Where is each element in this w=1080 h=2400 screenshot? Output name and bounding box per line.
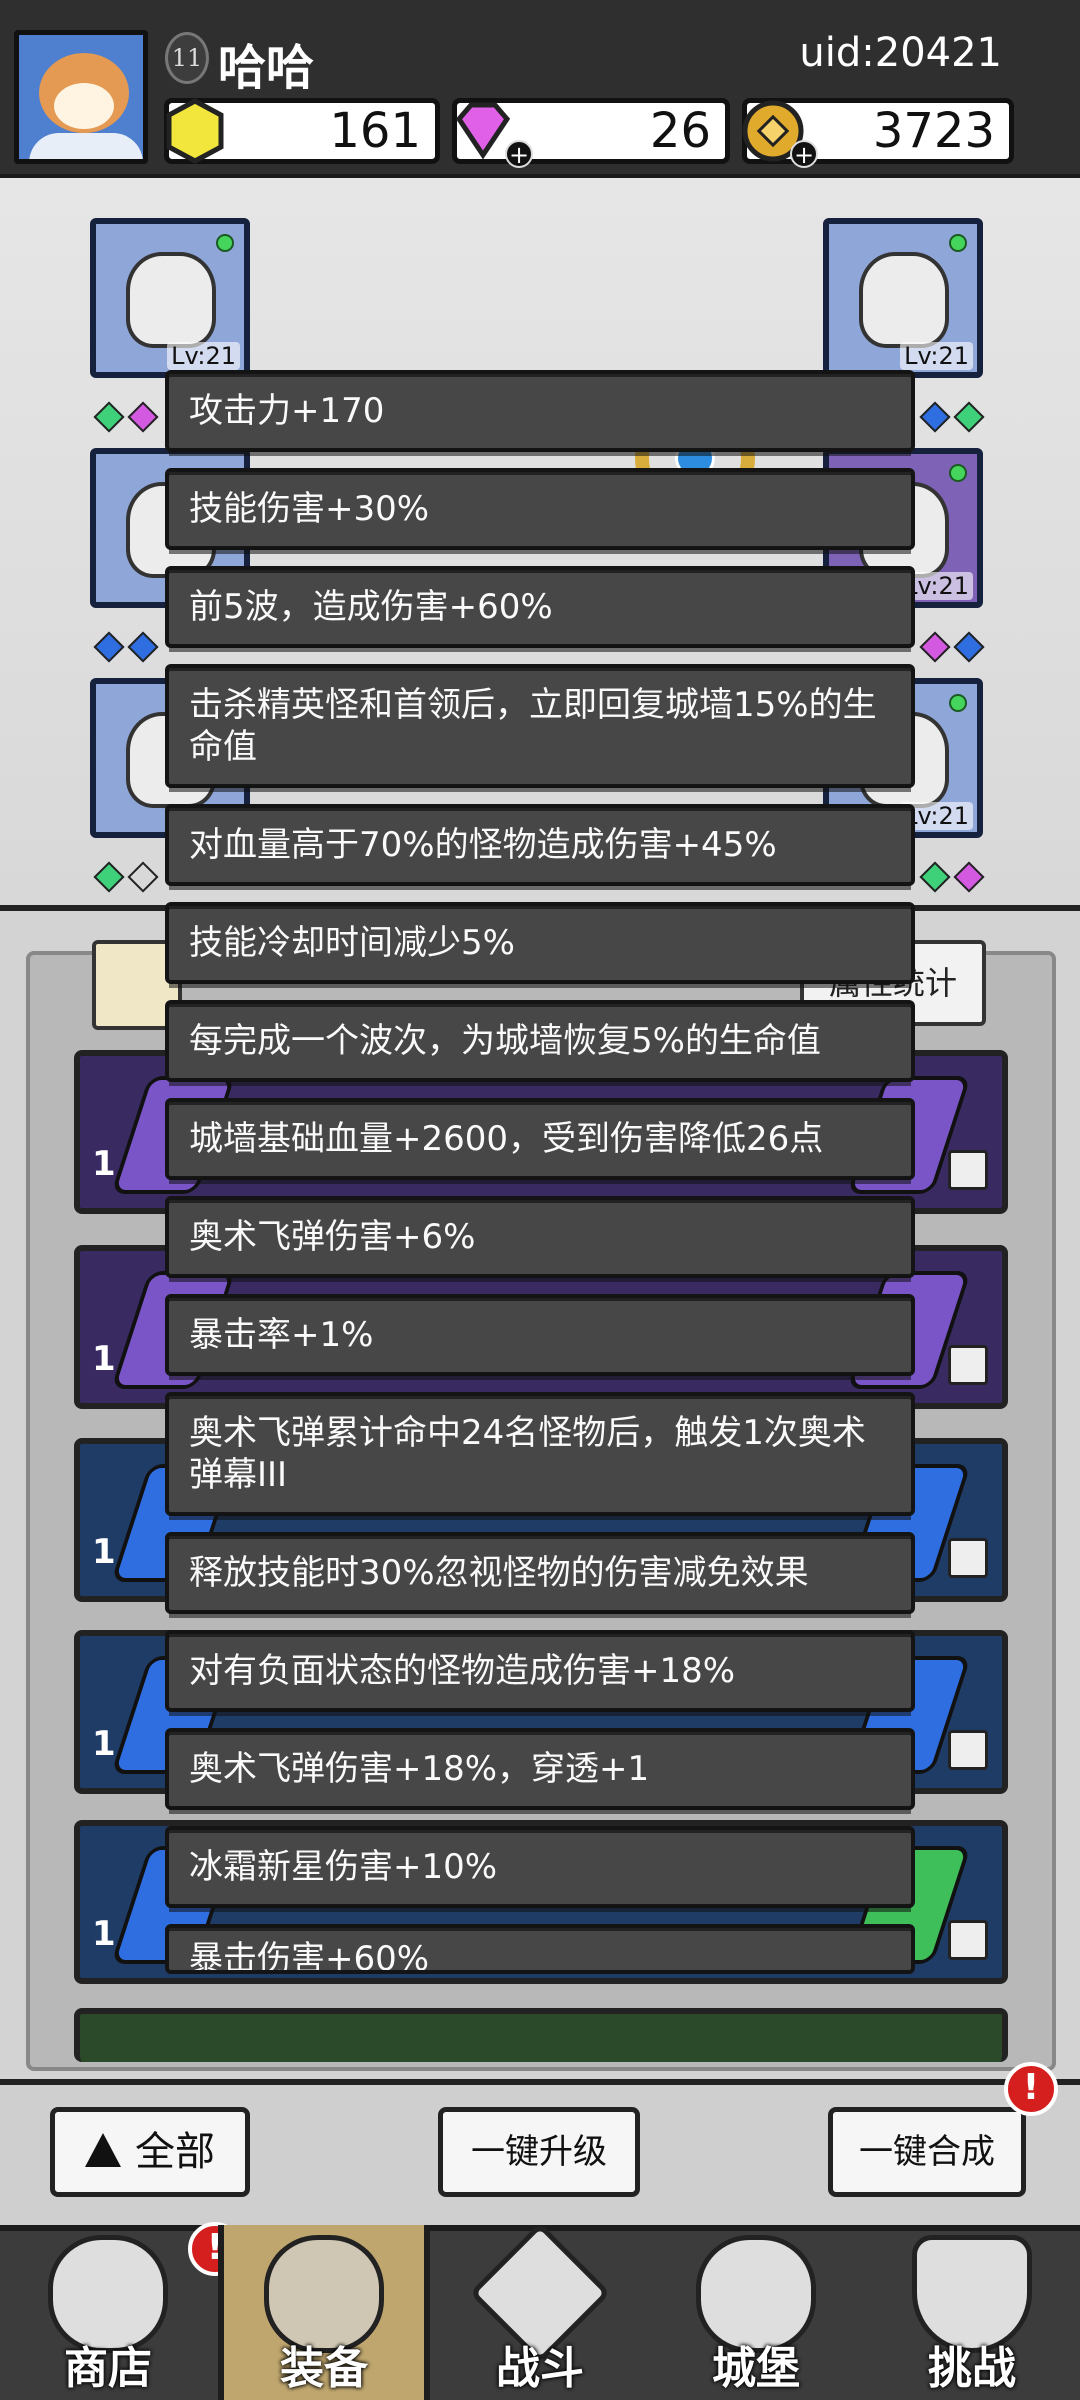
stat-tooltip: 暴击伤害+60% — [165, 1924, 915, 1974]
nav-equipment-label: 装备 — [280, 2343, 368, 2394]
bracer-icon — [859, 252, 949, 348]
stat-tooltip: 攻击力+170 — [165, 370, 915, 456]
merge-alert-badge: ! — [1004, 2062, 1058, 2116]
filter-all-button[interactable]: 全部 — [50, 2107, 250, 2197]
card-count: 1 — [92, 1144, 116, 1184]
stat-tooltip: 每完成一个波次，为城墙恢复5%的生命值 — [165, 1000, 915, 1086]
slot-ready-dot — [949, 694, 967, 712]
ring-type-icon — [948, 1920, 988, 1960]
nav-battle[interactable]: 战斗 — [440, 2222, 640, 2400]
stat-tooltip: 暴击率+1% — [165, 1294, 915, 1380]
stat-tooltip: 对有负面状态的怪物造成伤害+18% — [165, 1630, 915, 1716]
empty-gem-icon — [127, 861, 159, 893]
equip-slot-helmet[interactable]: Lv:21 — [90, 218, 250, 378]
slot-ready-dot — [216, 234, 234, 252]
helmet-type-icon — [948, 1730, 988, 1770]
triangle-icon — [85, 2133, 121, 2167]
boots-type-icon — [948, 1538, 988, 1578]
nav-shop-label: 商店 — [64, 2343, 152, 2394]
gem-row — [92, 401, 160, 434]
nav-castle-label: 城堡 — [712, 2343, 800, 2394]
top-bar: 11 哈哈 uid:20421 161 26 + 3723 + — [0, 0, 1080, 178]
card-count: 1 — [92, 1914, 116, 1954]
avatar-face — [54, 83, 114, 129]
gem-row — [918, 861, 986, 894]
gold-gem-counter: 161 — [164, 98, 440, 164]
green-gem-icon — [93, 401, 125, 433]
nav-shop[interactable]: 商店 — [8, 2225, 208, 2400]
gem-row — [92, 631, 160, 664]
green-gem-icon — [93, 861, 125, 893]
player-name: 哈哈 — [218, 40, 315, 96]
nav-equipment[interactable]: 装备 — [218, 2225, 430, 2400]
helmet-icon — [126, 252, 216, 348]
stat-tooltip: 击杀精英怪和首领后，立即回复城墙15%的生命值 — [165, 664, 915, 792]
card-count: 1 — [92, 1532, 116, 1572]
slot-ready-dot — [949, 464, 967, 482]
gold-gem-icon — [166, 98, 224, 164]
slot-level: Lv:21 — [167, 342, 240, 370]
gem-row — [918, 631, 986, 664]
slot-level: Lv:21 — [900, 342, 973, 370]
stat-tooltip: 奥术飞弹累计命中24名怪物后，触发1次奥术弹幕III — [165, 1392, 915, 1520]
avatar-suit — [29, 133, 143, 159]
nav-battle-label: 战斗 — [496, 2343, 584, 2394]
coin-counter: 3723 — [742, 98, 1014, 164]
add-coin-plus-icon[interactable]: + — [790, 140, 818, 168]
stat-tooltip: 前5波，造成伤害+60% — [165, 566, 915, 652]
green-gem-icon — [919, 861, 951, 893]
ring-type-icon — [948, 1345, 988, 1385]
card-count: 1 — [92, 1339, 116, 1379]
purple-gem-icon — [953, 861, 985, 893]
purple-gem-icon — [919, 631, 951, 663]
blue-gem-icon — [953, 631, 985, 663]
equip-slot-bracer[interactable]: Lv:21 — [823, 218, 983, 378]
coin-value: 3723 — [872, 103, 995, 159]
player-uid: uid:20421 — [799, 30, 1002, 76]
gold-gem-value: 161 — [329, 103, 421, 159]
player-avatar[interactable] — [14, 30, 148, 164]
blue-gem-icon — [93, 631, 125, 663]
stat-tooltip: 冰霜新星伤害+10% — [165, 1826, 915, 1912]
stats-tooltip-list: 攻击力+170 技能伤害+30% 前5波，造成伤害+60% 击杀精英怪和首领后，… — [165, 370, 915, 1990]
stat-tooltip: 城墙基础血量+2600，受到伤害降低26点 — [165, 1098, 915, 1184]
stat-tooltip: 技能冷却时间减少5% — [165, 902, 915, 988]
inventory-card[interactable] — [74, 2008, 1008, 2062]
diamond-value: 26 — [649, 103, 711, 159]
merge-all-button[interactable]: 一键合成 — [828, 2107, 1026, 2197]
gem-row — [92, 861, 160, 894]
nav-challenge[interactable]: 挑战 — [872, 2225, 1072, 2400]
stat-tooltip: 奥术飞弹伤害+18%，穿透+1 — [165, 1728, 915, 1814]
stat-tooltip: 技能伤害+30% — [165, 468, 915, 554]
filter-all-label: 全部 — [135, 2129, 215, 2175]
green-gem-icon — [953, 401, 985, 433]
player-level-badge: 11 — [165, 32, 209, 84]
nav-castle[interactable]: 城堡 — [656, 2225, 856, 2400]
stat-tooltip: 奥术飞弹伤害+6% — [165, 1196, 915, 1282]
nav-challenge-label: 挑战 — [928, 2343, 1016, 2394]
blue-gem-icon — [919, 401, 951, 433]
slot-ready-dot — [949, 234, 967, 252]
helmet-type-icon — [948, 1150, 988, 1190]
stat-tooltip: 对血量高于70%的怪物造成伤害+45% — [165, 804, 915, 890]
purple-gem-icon — [127, 401, 159, 433]
card-count: 1 — [92, 1724, 116, 1764]
blue-gem-icon — [127, 631, 159, 663]
diamond-counter: 26 — [452, 98, 730, 164]
stat-tooltip: 释放技能时30%忽视怪物的伤害减免效果 — [165, 1532, 915, 1618]
gem-row — [918, 401, 986, 434]
upgrade-all-button[interactable]: 一键升级 — [438, 2107, 640, 2197]
add-diamond-plus-icon[interactable]: + — [505, 140, 533, 168]
